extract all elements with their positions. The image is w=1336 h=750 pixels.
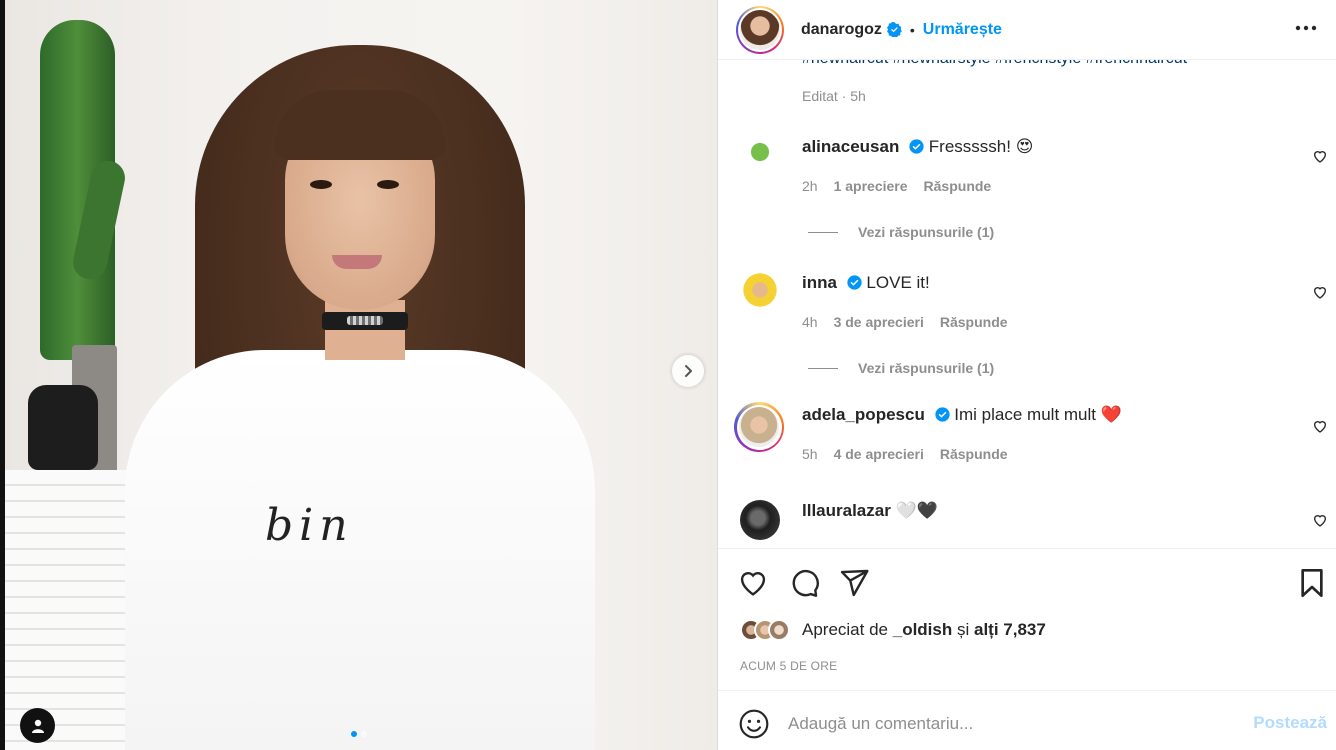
comment-likes[interactable]: 3 de aprecieri <box>834 314 924 330</box>
photo-lips <box>332 255 382 269</box>
likes-summary[interactable]: Apreciat de _oldish și alți 7,837 <box>740 619 1046 641</box>
comment-username[interactable]: adela_popescu <box>802 405 925 424</box>
photo-person: bin <box>125 20 595 750</box>
reply-button[interactable]: Răspunde <box>940 446 1008 462</box>
photo-radiator <box>5 470 145 750</box>
post-comment-button[interactable]: Postează <box>1253 713 1327 733</box>
emoji-icon[interactable] <box>738 708 770 740</box>
comment-meta: 5h 4 de aprecieri Răspunde <box>802 446 1008 462</box>
comment-composer: Postează <box>718 690 1336 750</box>
post-header: danarogoz • Urmărește <box>718 0 1336 60</box>
photo-eye-right <box>377 180 399 189</box>
commenter-avatar[interactable] <box>740 136 780 176</box>
like-heart-icon[interactable] <box>737 567 769 599</box>
photo-shirt-print: bin <box>265 500 354 551</box>
post-panel: danarogoz • Urmărește #newhaircut #newha… <box>717 0 1336 750</box>
replies-line <box>808 231 838 233</box>
comment-text: Imi place mult mult ❤️ <box>954 405 1122 424</box>
photo-eye-left <box>310 180 332 189</box>
replies-line <box>808 367 838 369</box>
heart-outline-icon[interactable] <box>1312 512 1328 528</box>
comment-content: inna LOVE it! <box>802 272 1282 294</box>
follow-button[interactable]: Urmărește <box>923 21 1002 39</box>
comment-time: 4h <box>802 314 818 330</box>
tagged-users-button[interactable] <box>20 708 55 743</box>
commenter-story-ring[interactable] <box>734 402 784 452</box>
bookmark-icon[interactable] <box>1296 567 1328 599</box>
commenter-avatar <box>739 407 779 447</box>
photo-choker-gems <box>347 316 383 325</box>
slide-dot <box>361 731 367 737</box>
post-actions: Apreciat de _oldish și alți 7,837 ACUM 5… <box>718 548 1336 690</box>
comment-meta: 4h 3 de aprecieri Răspunde <box>802 314 1008 330</box>
comment-content: alinaceusan Fresssssh! 😍 <box>802 136 1282 158</box>
comment-username[interactable]: inna <box>802 273 837 292</box>
view-replies-label: Vezi răspunsurile (1) <box>858 224 995 240</box>
comment-meta: 2h 1 apreciere Răspunde <box>802 178 991 194</box>
comment-likes[interactable]: 1 apreciere <box>834 178 908 194</box>
likes-conjunction: și <box>956 620 970 639</box>
likes-others-count[interactable]: alți 7,837 <box>974 620 1046 639</box>
comment-bubble-icon[interactable] <box>788 567 820 599</box>
caption-edited-time: Editat · 5h <box>802 88 866 104</box>
reply-button[interactable]: Răspunde <box>924 178 992 194</box>
comment-likes[interactable]: 4 de aprecieri <box>834 446 924 462</box>
caption-hashtags[interactable]: #newhaircut #newhairstyle #frenchstyle #… <box>802 60 1187 68</box>
comment-username[interactable]: alinaceusan <box>802 137 899 156</box>
comment-content: lllauralazar 🤍🖤 <box>802 500 1282 522</box>
liker-username[interactable]: _oldish <box>893 620 953 639</box>
slide-dot-active <box>351 731 357 737</box>
next-slide-button[interactable] <box>672 355 704 387</box>
commenter-avatar[interactable] <box>740 272 780 312</box>
more-options-button[interactable] <box>1292 14 1320 42</box>
comments-list[interactable]: #newhaircut #newhairstyle #frenchstyle #… <box>718 60 1336 548</box>
view-replies-label: Vezi răspunsurile (1) <box>858 360 995 376</box>
comment-input[interactable] <box>788 709 1228 739</box>
commenter-avatar-wrap <box>736 404 782 450</box>
instagram-post-view: bin danarogoz • Urmărește Editat · 5h al… <box>0 0 1336 750</box>
slide-indicator <box>351 731 367 737</box>
author-avatar-wrap <box>738 7 782 52</box>
author-avatar <box>740 9 780 50</box>
comment-time: 5h <box>802 446 818 462</box>
reply-button[interactable]: Răspunde <box>940 314 1008 330</box>
liker-avatar <box>768 619 790 641</box>
commenter-avatar[interactable] <box>740 500 780 540</box>
verified-badge-icon <box>909 139 924 154</box>
comment-time: 2h <box>802 178 818 194</box>
comment-text: LOVE it! <box>866 273 930 292</box>
view-replies-link[interactable]: Vezi răspunsurile (1) <box>808 224 994 240</box>
photo-bangs <box>275 90 445 160</box>
photo-bag <box>28 385 98 470</box>
post-media[interactable]: bin <box>0 0 717 750</box>
comment-text: Fresssssh! 😍 <box>928 137 1034 156</box>
heart-outline-icon[interactable] <box>1312 418 1328 434</box>
chevron-right-icon <box>685 365 692 377</box>
user-icon <box>31 719 44 733</box>
post-timestamp[interactable]: ACUM 5 DE ORE <box>740 659 837 673</box>
view-replies-link[interactable]: Vezi răspunsurile (1) <box>808 360 994 376</box>
author-story-ring[interactable] <box>736 5 784 54</box>
heart-outline-icon[interactable] <box>1312 284 1328 300</box>
likes-text: Apreciat de _oldish și alți 7,837 <box>802 620 1046 640</box>
likes-prefix: Apreciat de <box>802 620 888 639</box>
comment-text: 🤍🖤 <box>895 501 938 520</box>
verified-badge-icon <box>934 407 950 422</box>
share-send-icon[interactable] <box>838 567 870 599</box>
header-separator: • <box>909 21 915 38</box>
more-horizontal-icon <box>1295 25 1317 31</box>
comment-username[interactable]: lllauralazar <box>802 501 891 520</box>
verified-badge-icon <box>886 22 902 37</box>
author-username[interactable]: danarogoz <box>801 21 882 39</box>
comment-content: adela_popescu Imi place mult mult ❤️ <box>802 404 1282 426</box>
heart-outline-icon[interactable] <box>1312 148 1328 164</box>
verified-badge-icon <box>847 275 862 290</box>
